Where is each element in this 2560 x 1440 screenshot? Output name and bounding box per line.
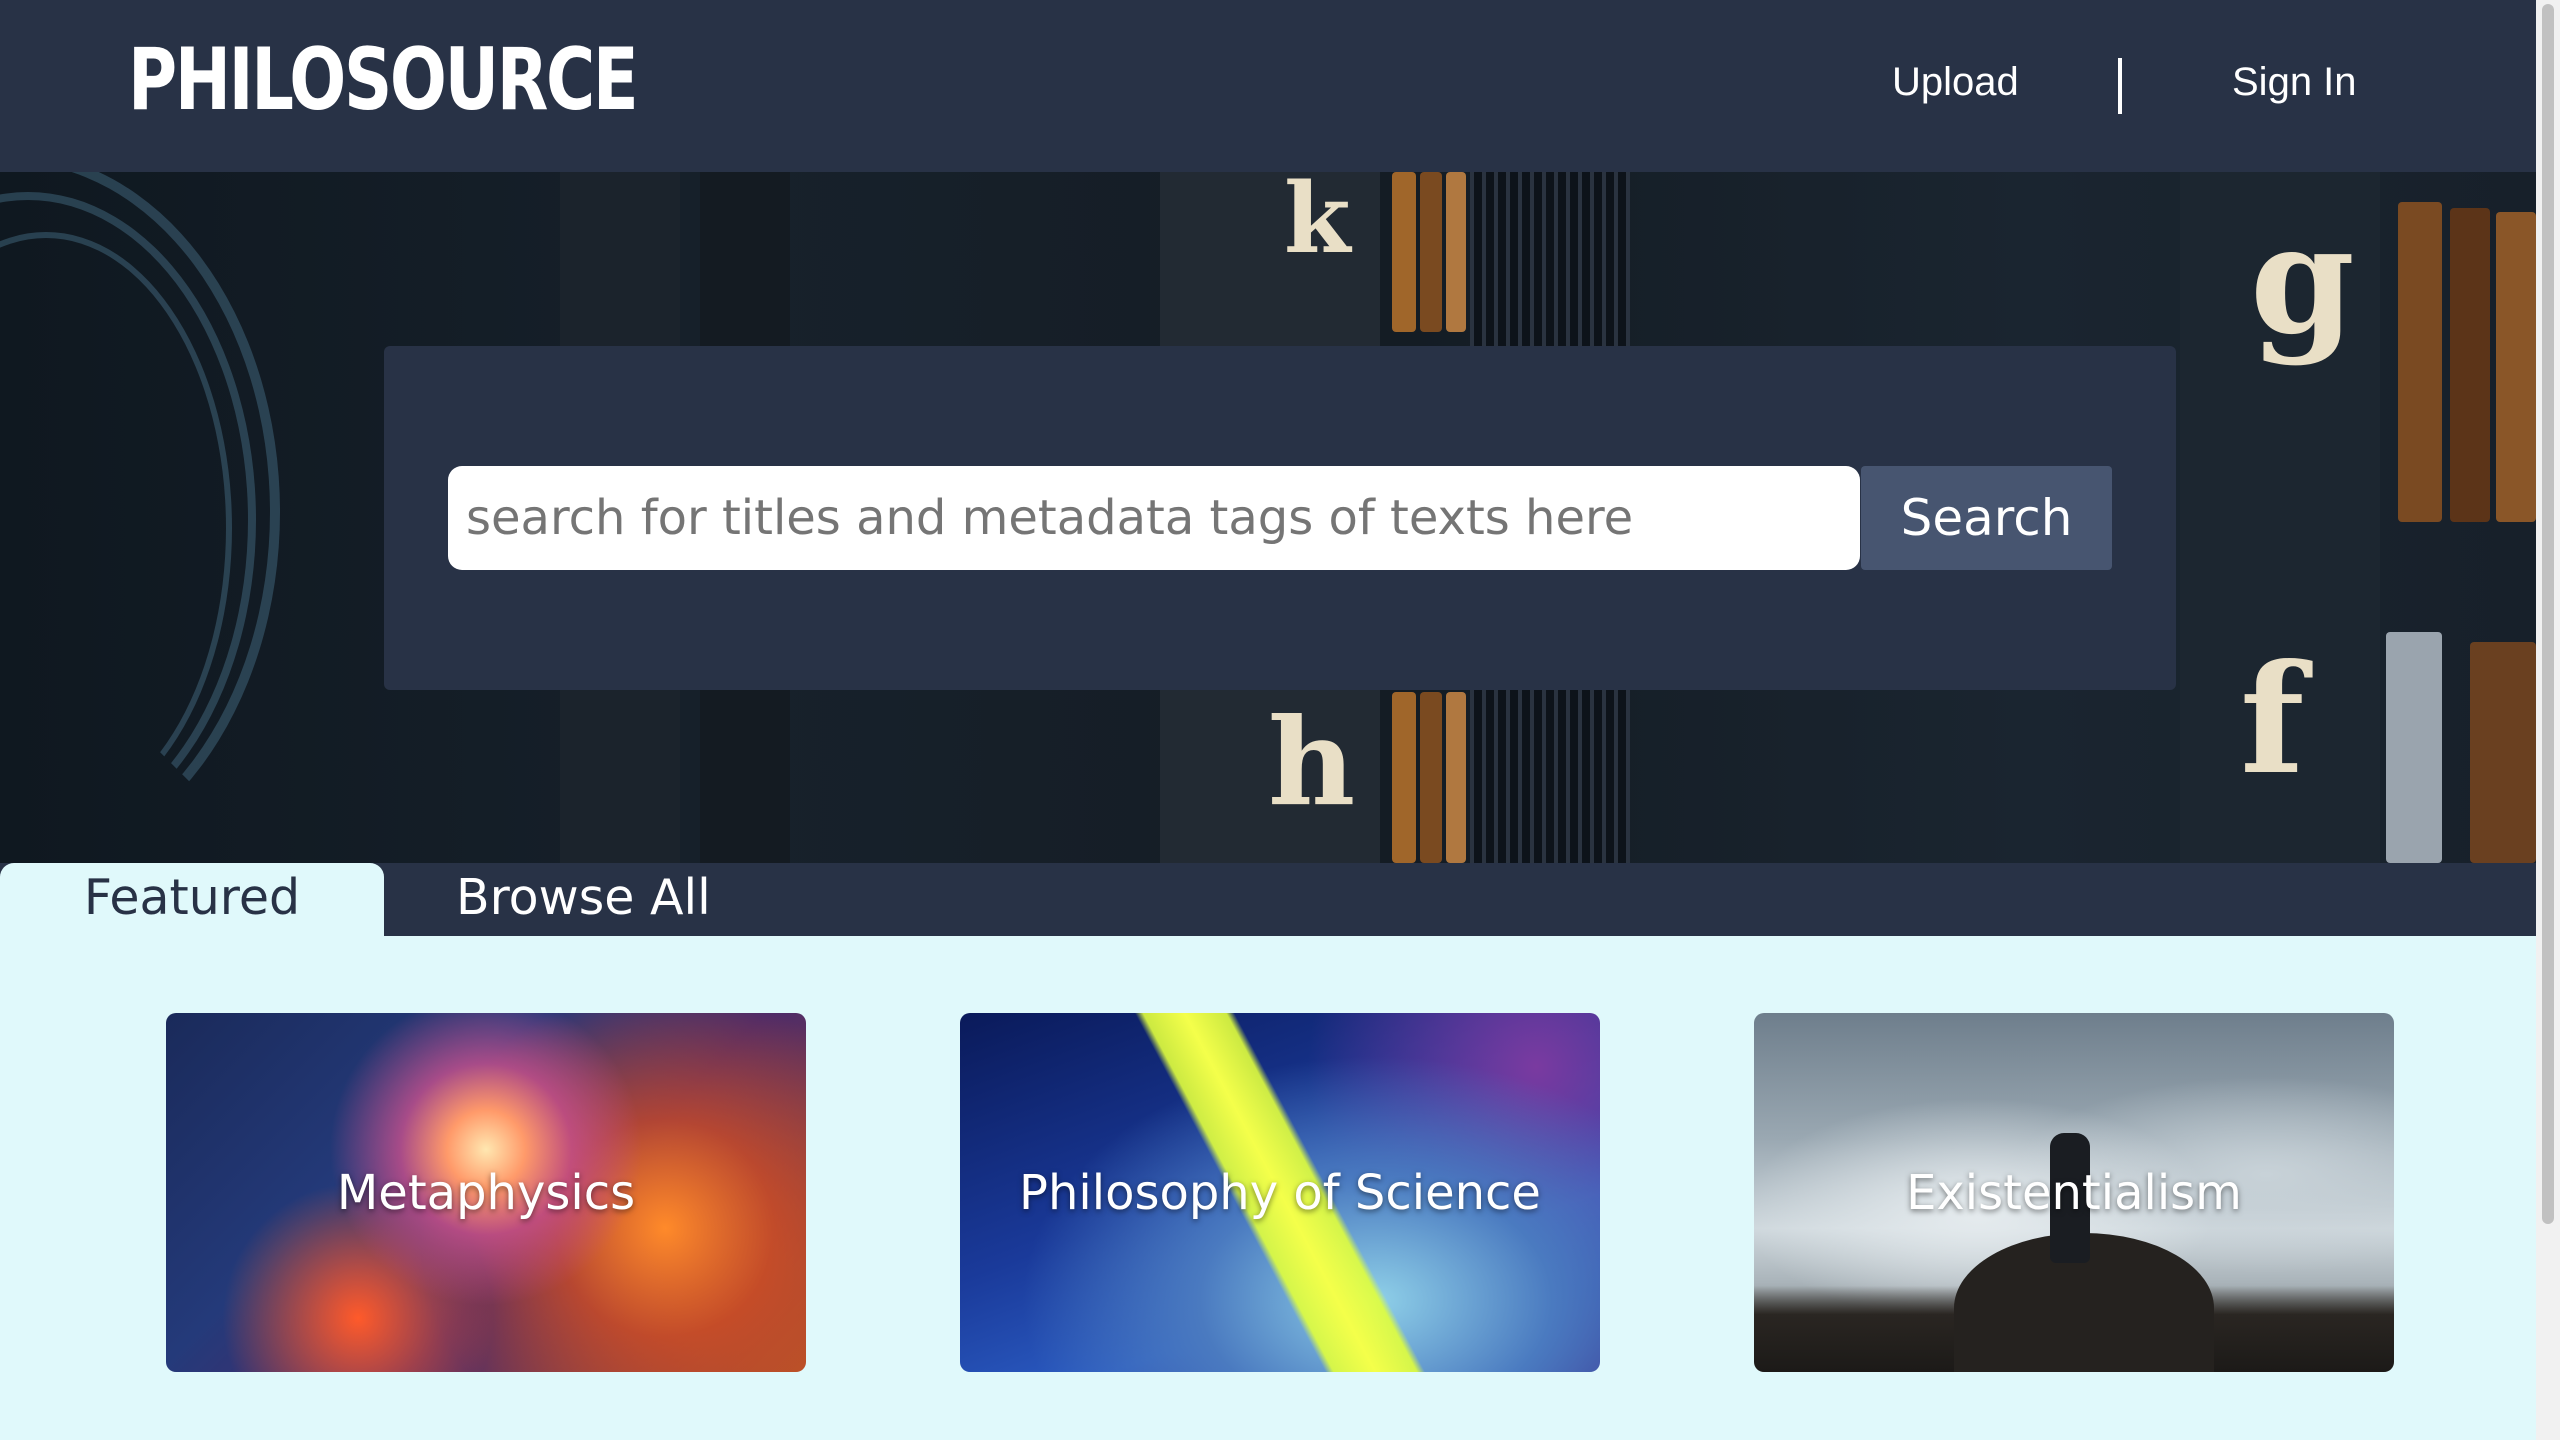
book-spine bbox=[2398, 202, 2442, 522]
book-spine bbox=[1392, 172, 1416, 332]
shelf-letter: g bbox=[2250, 192, 2355, 368]
top-navbar: PHILOSOURCE Upload Sign In bbox=[0, 0, 2536, 172]
featured-card-metaphysics[interactable]: Metaphysics bbox=[166, 1013, 806, 1372]
tab-featured[interactable]: Featured bbox=[0, 863, 384, 936]
search-panel: Search bbox=[384, 346, 2176, 690]
site-logo[interactable]: PHILOSOURCE bbox=[128, 30, 639, 130]
shelf-letter: h bbox=[1268, 692, 1356, 833]
featured-card-philosophy-of-science[interactable]: Philosophy of Science bbox=[960, 1013, 1600, 1372]
book-spine bbox=[1446, 172, 1466, 332]
featured-card-existentialism[interactable]: Existentialism bbox=[1754, 1013, 2394, 1372]
hero-banner: k g h f Search bbox=[0, 172, 2536, 863]
card-label: Metaphysics bbox=[336, 1164, 636, 1221]
search-button[interactable]: Search bbox=[1861, 466, 2112, 570]
nav-divider bbox=[2118, 58, 2122, 114]
shelf-letter: k bbox=[1284, 172, 1351, 275]
book-spine bbox=[1420, 172, 1442, 332]
tab-bar: Featured Browse All bbox=[0, 863, 2536, 936]
book-spine bbox=[2496, 212, 2536, 522]
book-spine bbox=[2386, 632, 2442, 863]
card-label: Philosophy of Science bbox=[1019, 1164, 1541, 1221]
scrollbar-thumb[interactable] bbox=[2542, 4, 2554, 1224]
search-input[interactable] bbox=[448, 466, 1860, 570]
card-label: Existentialism bbox=[1906, 1164, 2242, 1221]
book-spine bbox=[1446, 692, 1466, 863]
book-spine bbox=[1392, 692, 1416, 863]
sign-in-link[interactable]: Sign In bbox=[2232, 60, 2357, 105]
upload-link[interactable]: Upload bbox=[1892, 60, 2019, 105]
book-spine bbox=[1420, 692, 1442, 863]
book-spine bbox=[2450, 208, 2490, 522]
shelf-letter: f bbox=[2240, 632, 2305, 808]
tab-browse-all[interactable]: Browse All bbox=[456, 863, 711, 936]
book-spine bbox=[2470, 642, 2536, 863]
page-scrollbar[interactable] bbox=[2536, 0, 2560, 1440]
